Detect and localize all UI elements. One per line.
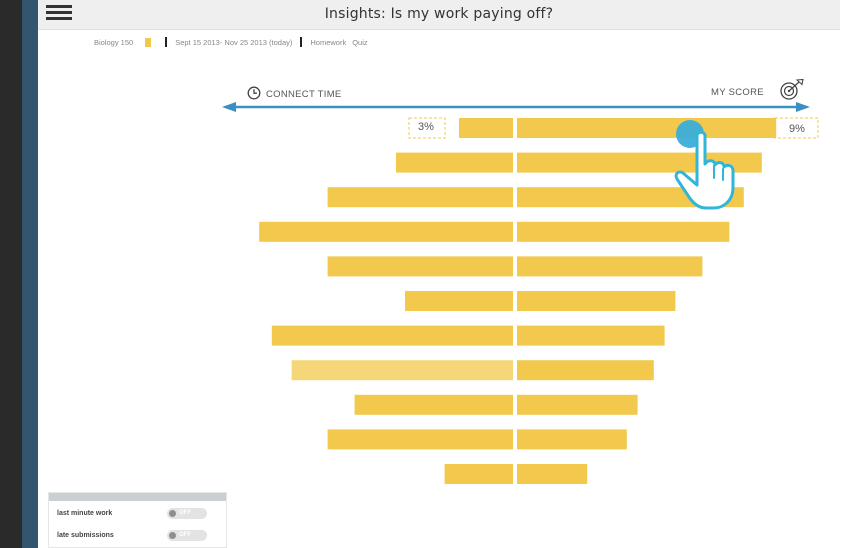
connect-time-bar-5[interactable] bbox=[327, 256, 513, 277]
connect-time-bar-3[interactable] bbox=[327, 187, 513, 208]
axis-arrow bbox=[222, 102, 810, 112]
divider bbox=[300, 37, 303, 47]
diverging-bar-chart bbox=[222, 102, 819, 484]
options-panel-header bbox=[49, 493, 226, 501]
connect-time-bar-9[interactable] bbox=[354, 394, 513, 415]
my-score-bar-6[interactable] bbox=[517, 291, 676, 311]
toggle-state: OFF bbox=[179, 510, 191, 516]
connect-time-bar-2[interactable] bbox=[396, 152, 513, 173]
connect-time-bar-4[interactable] bbox=[259, 221, 513, 242]
arrow-left-head bbox=[222, 102, 236, 112]
divider bbox=[165, 37, 168, 47]
my-score-bar-5[interactable] bbox=[517, 256, 703, 277]
toggle-knob bbox=[169, 532, 176, 539]
connect-time-bar-1[interactable] bbox=[459, 118, 513, 138]
my-score-bar-4[interactable] bbox=[517, 221, 730, 242]
toggle-knob bbox=[169, 510, 176, 517]
target-icon bbox=[780, 78, 804, 100]
toggle-state: OFF bbox=[179, 532, 191, 538]
last-minute-work-label: last minute work bbox=[57, 510, 113, 517]
side-rail bbox=[22, 0, 38, 548]
connect-time-bar-10[interactable] bbox=[327, 429, 513, 450]
connect-time-bar-6[interactable] bbox=[405, 291, 513, 311]
my-score-bar-9[interactable] bbox=[517, 394, 638, 415]
connect-time-label: CONNECT TIME bbox=[266, 89, 342, 100]
tap-hand-icon bbox=[674, 120, 735, 210]
last-minute-work-toggle[interactable]: OFF bbox=[167, 508, 207, 519]
connect-time-bar-11[interactable] bbox=[444, 464, 513, 484]
quiz-filter-link[interactable]: Quiz bbox=[352, 38, 367, 47]
clock-icon bbox=[247, 86, 261, 100]
my-score-bar-7[interactable] bbox=[517, 325, 665, 346]
arrow-right-head bbox=[796, 102, 810, 112]
filter-bar: Biology 150 Sept 15 2013- Nov 25 2013 (t… bbox=[94, 36, 374, 48]
window-edge bbox=[0, 0, 22, 548]
my-score-bar-8[interactable] bbox=[517, 360, 654, 381]
page-title: Insights: Is my work paying off? bbox=[324, 6, 554, 22]
homework-filter-link[interactable]: Homework bbox=[310, 38, 346, 47]
course-color-swatch bbox=[145, 37, 152, 47]
my-score-label: MY SCORE bbox=[711, 87, 764, 98]
right-highlight-value: 9% bbox=[789, 123, 805, 135]
left-highlight-value: 3% bbox=[418, 121, 434, 133]
course-filter[interactable]: Biology 150 bbox=[94, 38, 133, 47]
connect-time-bar-8[interactable] bbox=[291, 360, 513, 381]
my-score-bar-11[interactable] bbox=[517, 464, 588, 484]
date-range-filter[interactable]: Sept 15 2013- Nov 25 2013 (today) bbox=[175, 38, 292, 47]
late-submissions-toggle[interactable]: OFF bbox=[167, 530, 207, 541]
title-bar: Insights: Is my work paying off? bbox=[38, 0, 840, 30]
late-submissions-label: late submissions bbox=[57, 532, 114, 539]
my-score-bar-10[interactable] bbox=[517, 429, 627, 450]
connect-time-bar-7[interactable] bbox=[271, 325, 513, 346]
options-panel: last minute work OFF late submissions OF… bbox=[48, 492, 227, 548]
